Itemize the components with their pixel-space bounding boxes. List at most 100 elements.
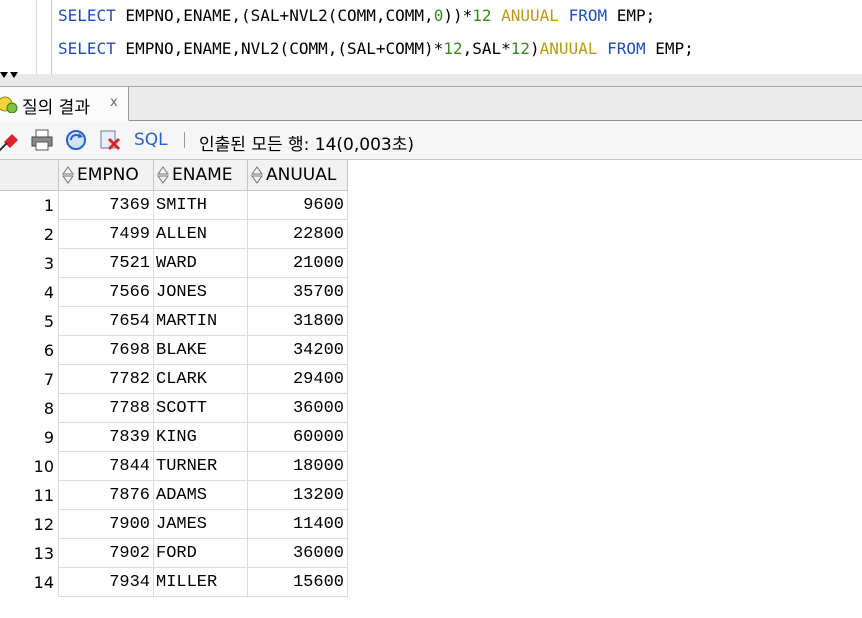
cell-ename[interactable]: MILLER [153,567,248,597]
cell-empno[interactable]: 7844 [58,451,154,481]
sql-text: EMP; [607,6,656,25]
sql-number: 12 [510,39,531,58]
cell-anuual[interactable]: 21000 [247,248,348,278]
sort-icon[interactable] [157,165,169,185]
sql-keyword: SELECT [58,39,116,58]
cell-ename[interactable]: TURNER [153,451,248,481]
table-row[interactable]: 7 7782 CLARK 29400 [0,364,348,394]
cell-empno[interactable]: 7499 [58,219,154,249]
sql-line-1[interactable]: SELECT EMPNO,ENAME,(SAL+NVL2(COMM,COMM,0… [58,6,655,25]
result-grid[interactable]: EMPNO ENAME ANUUAL 1 7369 SMITH 9600 2 7499 AL… [0,160,348,597]
table-row[interactable]: 14 7934 MILLER 15600 [0,567,348,597]
delete-icon[interactable] [98,128,122,152]
sql-line-2[interactable]: SELECT EMPNO,ENAME,NVL2(COMM,(SAL+COMM)*… [58,39,694,58]
collapse-arrows-icon[interactable] [0,72,30,82]
pin-icon[interactable] [0,128,22,152]
sql-editor[interactable]: SELECT EMPNO,ENAME,(SAL+NVL2(COMM,COMM,0… [0,0,862,75]
fetch-status: 인출된 모든 행: 14(0,003초) [199,135,414,155]
cell-ename[interactable]: FORD [153,538,248,568]
cell-ename[interactable]: MARTIN [153,306,248,336]
table-row[interactable]: 13 7902 FORD 36000 [0,538,348,568]
tab-query-result[interactable]: 질의 결과 x [0,87,129,121]
sql-text: ))* [443,6,473,25]
cell-empno[interactable]: 7839 [58,422,154,452]
row-number: 13 [0,538,59,568]
cell-anuual[interactable]: 9600 [247,190,348,220]
cell-anuual[interactable]: 34200 [247,335,348,365]
cell-ename[interactable]: JAMES [153,509,248,539]
cell-empno[interactable]: 7521 [58,248,154,278]
row-number: 10 [0,451,59,481]
sql-link[interactable]: SQL [134,130,168,150]
sort-icon[interactable] [62,165,74,185]
panel-splitter[interactable] [0,72,862,87]
cell-anuual[interactable]: 29400 [247,364,348,394]
cell-anuual[interactable]: 36000 [247,393,348,423]
cell-ename[interactable]: SCOTT [153,393,248,423]
sql-text: ,SAL* [462,39,511,58]
table-row[interactable]: 4 7566 JONES 35700 [0,277,348,307]
sql-keyword: FROM [607,39,646,58]
table-row[interactable]: 8 7788 SCOTT 36000 [0,393,348,423]
close-icon[interactable]: x [110,95,118,110]
cell-empno[interactable]: 7654 [58,306,154,336]
row-number: 5 [0,306,59,336]
cell-anuual[interactable]: 15600 [247,567,348,597]
cell-ename[interactable]: WARD [153,248,248,278]
cell-anuual[interactable]: 36000 [247,538,348,568]
editor-margin-divider [51,0,52,74]
cell-ename[interactable]: CLARK [153,364,248,394]
row-number: 6 [0,335,59,365]
cell-ename[interactable]: JONES [153,277,248,307]
cell-empno[interactable]: 7698 [58,335,154,365]
column-header-ename[interactable]: ENAME [153,160,248,191]
sql-text: EMP; [645,39,694,58]
row-number-header [0,160,59,191]
column-header-anuual[interactable]: ANUUAL [247,160,348,191]
row-number: 9 [0,422,59,452]
table-row[interactable]: 1 7369 SMITH 9600 [0,190,348,220]
refresh-icon[interactable] [64,128,88,152]
cell-ename[interactable]: ALLEN [153,219,248,249]
cell-anuual[interactable]: 60000 [247,422,348,452]
cell-empno[interactable]: 7566 [58,277,154,307]
table-row[interactable]: 12 7900 JAMES 11400 [0,509,348,539]
cell-anuual[interactable]: 13200 [247,480,348,510]
column-header-empno[interactable]: EMPNO [58,160,154,191]
cell-empno[interactable]: 7902 [58,538,154,568]
table-row[interactable]: 10 7844 TURNER 18000 [0,451,348,481]
sql-number: 12 [443,39,463,58]
cell-empno[interactable]: 7934 [58,567,154,597]
print-icon[interactable] [30,128,54,152]
sql-text: ) [530,39,540,58]
sort-icon[interactable] [251,165,263,185]
query-result-icon [0,96,18,113]
result-toolbar: SQL 인출된 모든 행: 14(0,003초) [0,121,862,160]
table-row[interactable]: 11 7876 ADAMS 13200 [0,480,348,510]
cell-empno[interactable]: 7876 [58,480,154,510]
cell-empno[interactable]: 7788 [58,393,154,423]
table-row[interactable]: 5 7654 MARTIN 31800 [0,306,348,336]
table-row[interactable]: 2 7499 ALLEN 22800 [0,219,348,249]
cell-empno[interactable]: 7369 [58,190,154,220]
cell-empno[interactable]: 7900 [58,509,154,539]
cell-empno[interactable]: 7782 [58,364,154,394]
table-row[interactable]: 6 7698 BLAKE 34200 [0,335,348,365]
table-row[interactable]: 3 7521 WARD 21000 [0,248,348,278]
cell-anuual[interactable]: 11400 [247,509,348,539]
cell-anuual[interactable]: 18000 [247,451,348,481]
cell-ename[interactable]: SMITH [153,190,248,220]
cell-anuual[interactable]: 35700 [247,277,348,307]
cell-anuual[interactable]: 22800 [247,219,348,249]
column-header-label: ENAME [172,165,233,185]
cell-ename[interactable]: ADAMS [153,480,248,510]
row-number: 4 [0,277,59,307]
result-tab-bar: 질의 결과 x [0,87,862,121]
cell-ename[interactable]: KING [153,422,248,452]
cell-ename[interactable]: BLAKE [153,335,248,365]
table-row[interactable]: 9 7839 KING 60000 [0,422,348,452]
cell-anuual[interactable]: 31800 [247,306,348,336]
